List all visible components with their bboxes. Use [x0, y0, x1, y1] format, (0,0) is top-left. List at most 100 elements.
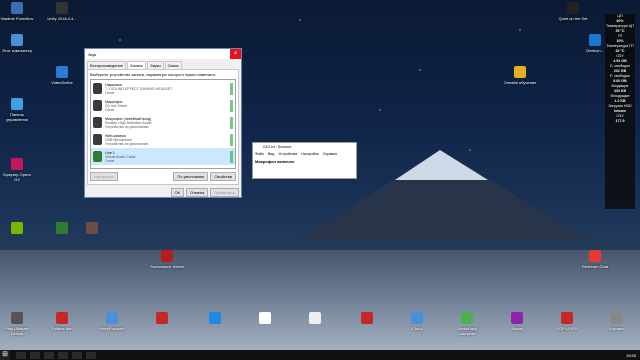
microphone-icon: [93, 100, 102, 111]
recycle-bin-icon: [611, 312, 623, 324]
tab-recording[interactable]: Запись: [127, 61, 147, 69]
set-default-button[interactable]: По умолчанию: [173, 172, 209, 181]
desktop-icon-unity[interactable]: Unity 2018.4.4...: [45, 2, 79, 21]
app-icon: [86, 222, 98, 234]
tab-playback[interactable]: Воспроизведение: [87, 61, 127, 69]
desktop-icon-soundstone[interactable]: Soundstone Select: [150, 250, 184, 269]
app-x-icon: [309, 312, 321, 324]
desktop-icon-control-panel[interactable]: Панель управления: [0, 98, 34, 122]
desktop-icon-app-red[interactable]: [145, 312, 179, 326]
desktop-icon-recycle-bin[interactable]: Корзина: [600, 312, 634, 331]
mountain-snow: [395, 150, 488, 180]
forms-icon: [511, 312, 523, 324]
play-icon: [11, 312, 23, 324]
device-status: Устройство по умолчанию: [105, 141, 149, 146]
taskbar-item[interactable]: [44, 351, 54, 359]
ok-button[interactable]: ОК: [170, 188, 184, 197]
panel-hint: Выберите устройство записи, параметры ко…: [90, 72, 217, 77]
device-list[interactable]: Наушники 7.1 SOUND EFFECT GAMING HEADSET…: [90, 79, 236, 169]
desktop-icon-user[interactable]: Vladimir Pomelkov: [0, 2, 34, 21]
folder-icon: [56, 312, 68, 324]
desktop-icon-play-ultimate[interactable]: Play Ultimate Deluxe: [0, 312, 34, 336]
taskbar-item[interactable]: [16, 351, 26, 359]
desktop-icon-greenback[interactable]: GreenBack Launcher: [450, 312, 484, 336]
desktop-icon-videoscribe[interactable]: VideoScribe: [45, 66, 79, 85]
device-desc: Virtual Audio Cable: [105, 154, 136, 159]
dialog-title: Звук: [88, 51, 97, 57]
device-item[interactable]: Микрофон (линейный вход) Realtek High De…: [91, 114, 235, 131]
dialog-titlebar[interactable]: Звук: [85, 49, 241, 59]
nvidia-icon: [11, 222, 23, 234]
desktop-icon-nvidia[interactable]: [0, 222, 34, 236]
virtual-cable-icon: [93, 151, 102, 162]
recording-panel: Выберите устройство записи, параметры ко…: [87, 69, 239, 185]
device-item[interactable]: Микрофон G2 mic Street Готов: [91, 97, 235, 114]
close-button[interactable]: ×: [230, 49, 241, 59]
tab-communications[interactable]: Связь: [164, 61, 182, 69]
device-item-selected[interactable]: Line 1 Virtual Audio Cable Готов: [91, 148, 235, 165]
desktop-icon-app-red2[interactable]: [350, 312, 384, 326]
desktop-icon-keepfocused[interactable]: KeepFocused: [95, 312, 129, 331]
taskbar-item[interactable]: [30, 351, 40, 359]
taskbar: ⊞ 19:55: [0, 350, 640, 360]
menu-view[interactable]: Вид: [268, 152, 275, 156]
greenback-icon: [461, 312, 473, 324]
taskbar-items: [16, 351, 96, 359]
soundstone-icon: [161, 250, 173, 262]
level-meter: [230, 99, 233, 112]
desktop-icon-koplayer[interactable]: KOPLAYER: [550, 312, 584, 331]
taskbar-item[interactable]: [86, 351, 96, 359]
grass-field: [0, 250, 640, 352]
desktop-icon-folders[interactable]: Folders ban: [45, 312, 79, 331]
notepad-title: GZ3.txt - Блокнот: [263, 145, 292, 149]
desktop-icon-opera-gx[interactable]: Браузер Opera GX: [0, 158, 34, 182]
cancel-button[interactable]: Отмена: [185, 188, 209, 197]
desktop-icon-quiet[interactable]: Quiet on the Set: [556, 2, 590, 21]
desktop-icon-forms[interactable]: Форму: [500, 312, 534, 331]
device-desc: 7.1 SOUND EFFECT GAMING HEADSET: [105, 86, 173, 91]
koplayer-icon: [561, 312, 573, 324]
tab-sounds[interactable]: Звуки: [147, 61, 164, 69]
notepad-titlebar[interactable]: GZ3.txt - Блокнот: [253, 143, 356, 151]
menu-file[interactable]: Файл: [255, 152, 264, 156]
headset-icon: [93, 83, 102, 94]
desktop-icon-app-white[interactable]: [248, 312, 282, 326]
menu-settings[interactable]: Настройки: [301, 152, 319, 156]
device-status: Готов: [105, 158, 115, 163]
monitor-value: 177.9: [615, 119, 625, 123]
taskbar-item[interactable]: [72, 351, 82, 359]
online-icon: [514, 66, 526, 78]
device-name: Микрофон (линейный вход): [105, 116, 152, 121]
menu-help[interactable]: Справка: [323, 152, 337, 156]
control-panel-icon: [11, 98, 23, 110]
desktop-icon-online[interactable]: Онлайн обучение: [503, 66, 537, 85]
panel-right-buttons: По умолчанию Свойства: [173, 172, 236, 181]
desktop-icon-app-blue[interactable]: [198, 312, 232, 326]
device-desc: Realtek High Definition Audio: [105, 120, 152, 125]
icloud-icon: [411, 312, 423, 324]
device-status: Готов: [105, 107, 115, 112]
desktop-icon-redream[interactable]: Redream Chat: [578, 250, 612, 269]
tray-clock[interactable]: 19:55: [626, 353, 640, 358]
level-meter: [230, 82, 233, 95]
configure-button[interactable]: Настроить: [90, 172, 118, 181]
start-button[interactable]: ⊞: [0, 350, 10, 360]
apply-button[interactable]: Применить: [210, 188, 239, 197]
desktop-icon-icloud[interactable]: iCloud: [400, 312, 434, 331]
properties-button[interactable]: Свойства: [210, 172, 236, 181]
level-meter: [230, 116, 233, 129]
notepad-window: GZ3.txt - Блокнот Файл Вид Устройства На…: [252, 142, 357, 179]
app-red2-icon: [361, 312, 373, 324]
desktop-icon-this-pc[interactable]: Этот компьютер: [0, 34, 34, 53]
opera-gx-icon: [11, 158, 23, 170]
device-item[interactable]: Наушники 7.1 SOUND EFFECT GAMING HEADSET…: [91, 80, 235, 97]
desktop-icon-app-x[interactable]: [298, 312, 332, 326]
desktop-icon-app[interactable]: [75, 222, 109, 236]
device-status: Готов: [105, 90, 115, 95]
device-item[interactable]: Web-камера USB Microphone Устройство по …: [91, 131, 235, 148]
menu-devices[interactable]: Устройства: [278, 152, 297, 156]
taskbar-item[interactable]: [58, 351, 68, 359]
notepad-text[interactable]: Микрофон включен: [253, 157, 356, 166]
level-meter: [230, 133, 233, 146]
desktop-icon-game[interactable]: [45, 222, 79, 236]
